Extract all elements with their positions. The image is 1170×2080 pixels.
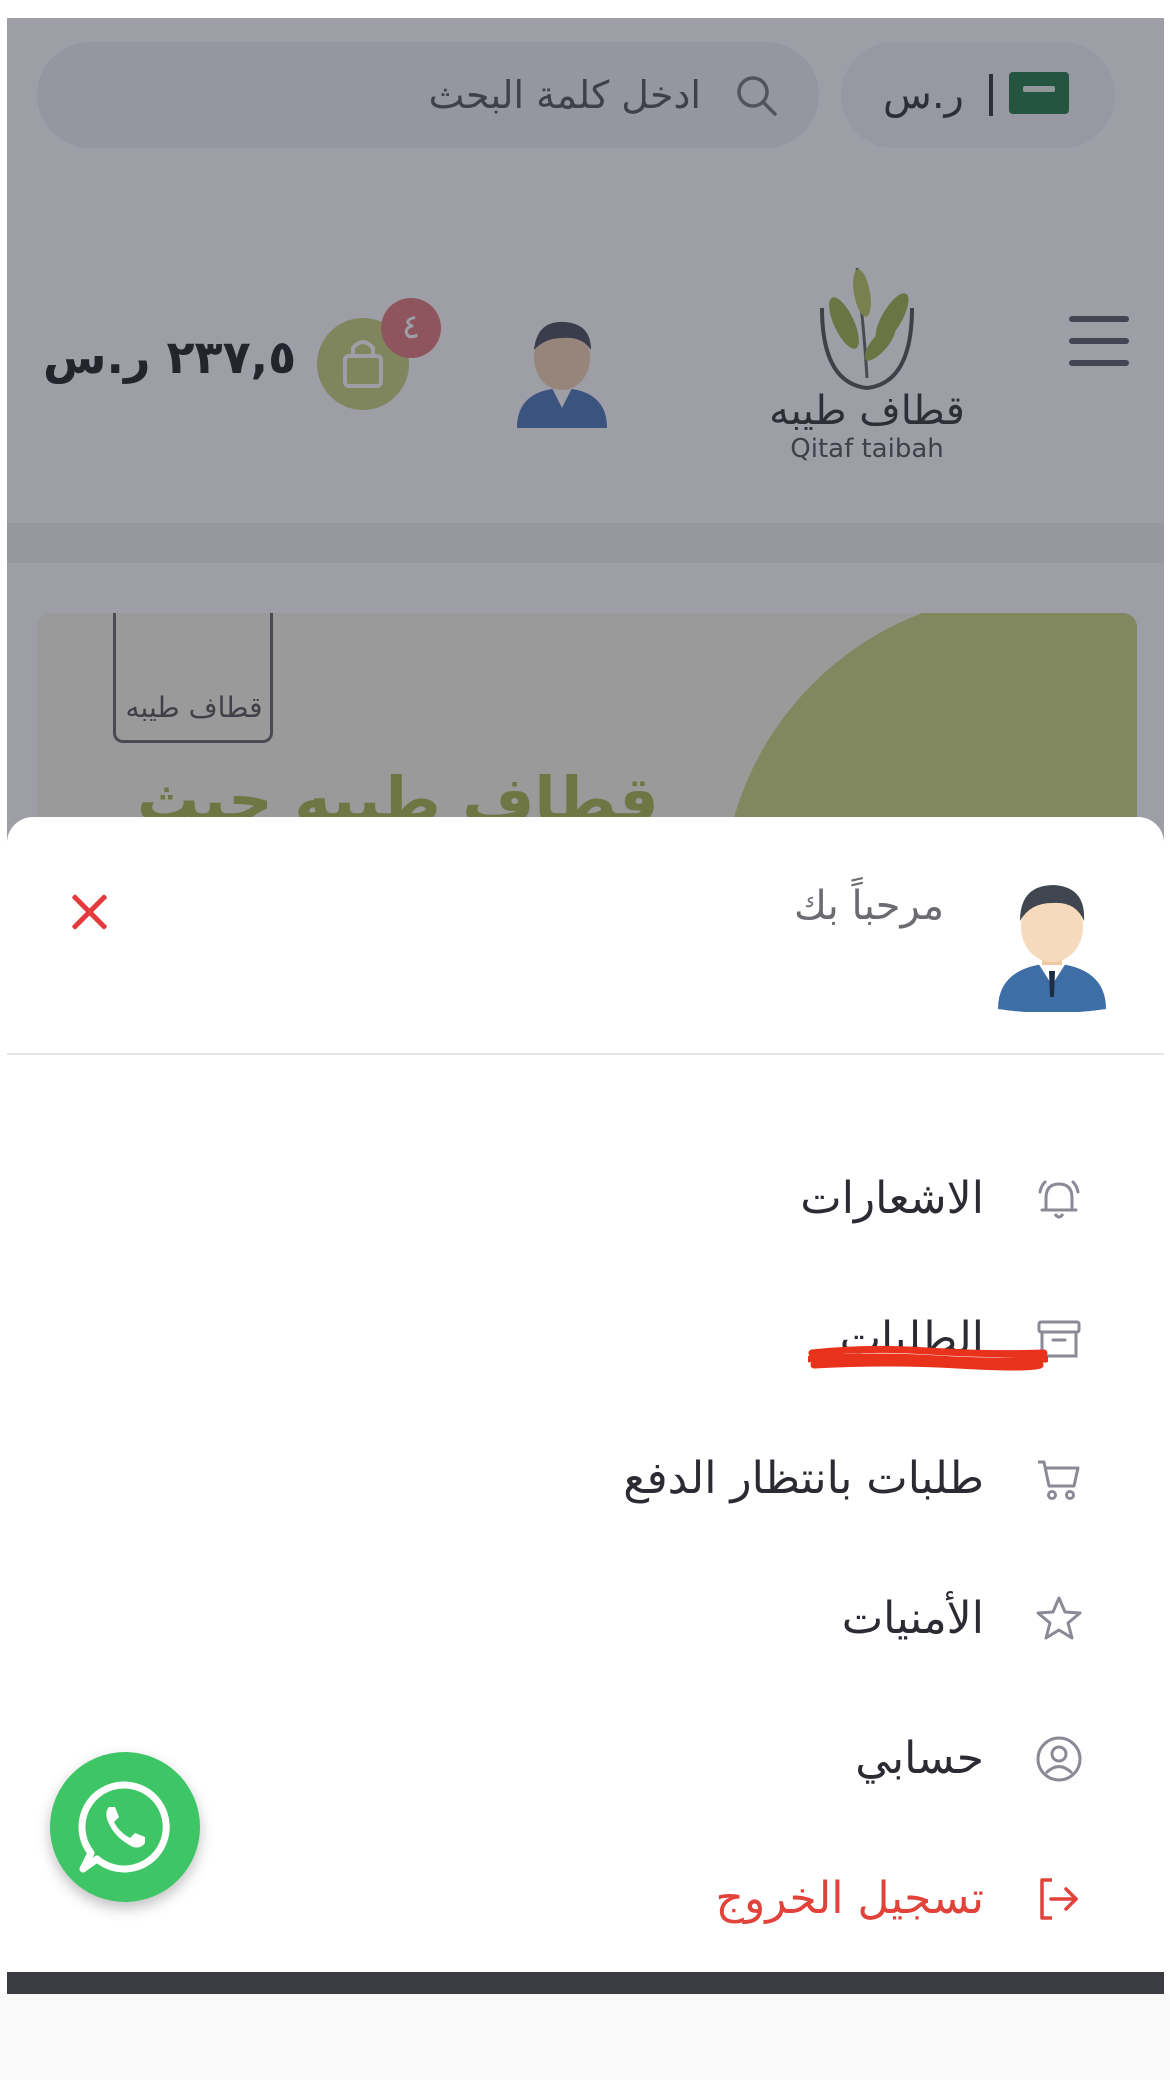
menu-item-label: الأمنيات (841, 1593, 984, 1644)
menu-item-label: حسابي (855, 1733, 984, 1784)
username-text: ........ (868, 945, 944, 961)
star-icon (1036, 1596, 1082, 1640)
overlay-bottom-bar (7, 1972, 1164, 1994)
bottom-area (0, 1994, 1170, 2080)
menu-item-label: تسجيل الخروج (715, 1873, 984, 1924)
menu-item-label: الاشعارات (800, 1173, 984, 1224)
welcome-text: مرحباً بك (793, 883, 944, 929)
menu-item-wishlist[interactable]: الأمنيات (184, 1579, 1084, 1659)
menu-item-account[interactable]: حسابي (184, 1719, 1084, 1799)
menu-item-logout[interactable]: تسجيل الخروج (184, 1859, 1084, 1939)
user-circle-icon (1036, 1736, 1082, 1782)
logout-icon (1040, 1878, 1078, 1920)
menu-item-notifications[interactable]: الاشعارات (184, 1159, 1084, 1239)
red-scribble-annotation (808, 1345, 1048, 1371)
profile-avatar-icon (998, 885, 1106, 1012)
cart-icon (1038, 1460, 1080, 1500)
top-strip (0, 0, 1170, 18)
whatsapp-icon (78, 1781, 170, 1873)
menu-header: مرحباً بك ........ (7, 817, 1164, 1055)
close-icon[interactable] (65, 887, 115, 937)
menu-item-pending-payment[interactable]: طلبات بانتظار الدفع (184, 1439, 1084, 1519)
menu-item-label: طلبات بانتظار الدفع (623, 1453, 984, 1504)
bell-icon (1038, 1180, 1080, 1219)
whatsapp-button[interactable] (50, 1752, 200, 1902)
